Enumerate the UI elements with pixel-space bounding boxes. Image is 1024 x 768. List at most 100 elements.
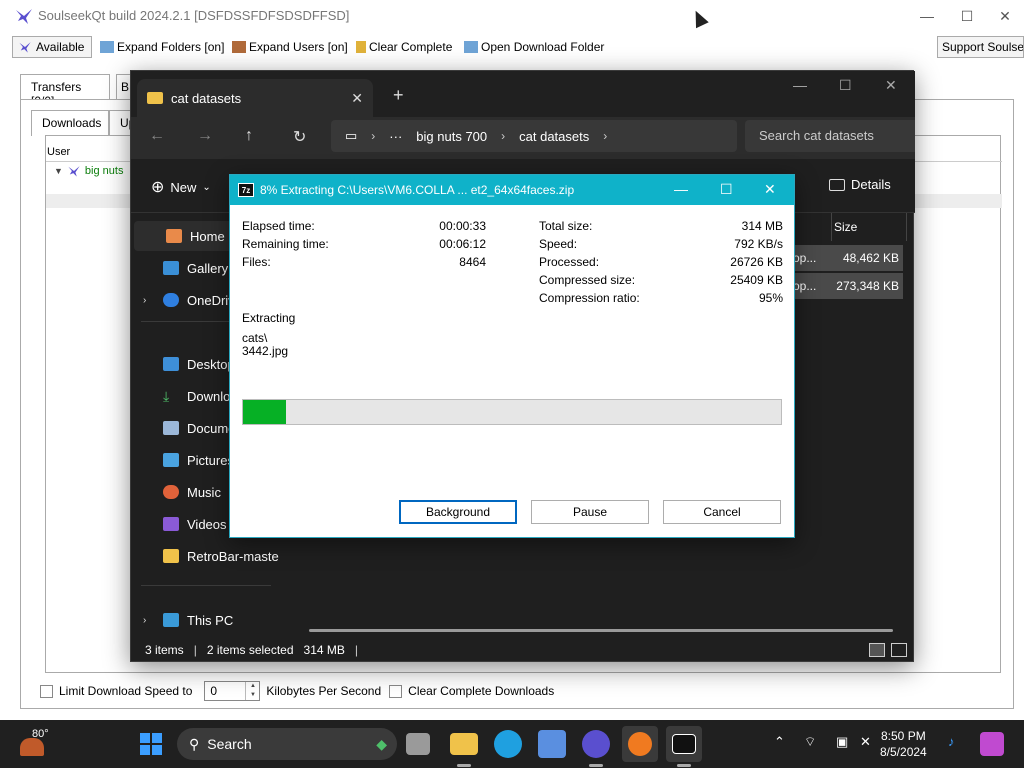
file-row[interactable]: op... 48,462 KB: [791, 245, 903, 271]
explorer-tab-label: cat datasets: [171, 90, 242, 106]
soulseek-bird-icon: [19, 42, 31, 53]
speed-limit-stepper[interactable]: 0 ▲ ▼: [204, 681, 261, 701]
status-available-button[interactable]: Available: [12, 36, 92, 58]
chevron-right-icon[interactable]: ›: [143, 295, 146, 306]
file-list-scrollbar[interactable]: [309, 629, 893, 632]
stepper-arrows-icon[interactable]: ▲ ▼: [245, 682, 259, 700]
chevron-up-icon[interactable]: ⌃: [774, 734, 785, 750]
column-header-size[interactable]: Size: [831, 213, 907, 241]
stat-label: Processed:: [539, 255, 600, 269]
speed-unit-label: Kilobytes Per Second: [266, 684, 382, 698]
back-arrow-icon[interactable]: ←: [149, 127, 165, 145]
details-pane-icon: [829, 178, 845, 191]
7zip-icon: [672, 734, 696, 754]
dialog-maximize-button[interactable]: ☐: [720, 181, 733, 198]
clear-complete-label: Clear Complete: [369, 40, 453, 54]
soulseek-taskbar-icon[interactable]: [582, 730, 610, 758]
forward-arrow-icon[interactable]: →: [197, 127, 213, 145]
nav-divider: [141, 585, 271, 586]
new-tab-icon[interactable]: +: [393, 85, 404, 106]
network-icon[interactable]: ⌔: [804, 734, 816, 750]
system-clock[interactable]: 8:50 PM 8/5/2024: [880, 728, 927, 760]
status-separator: |: [193, 643, 197, 657]
display-icon[interactable]: ▣: [836, 734, 848, 750]
cancel-button[interactable]: Cancel: [663, 500, 781, 524]
current-file: 3442.jpg: [242, 344, 289, 358]
explorer-close-button[interactable]: ✕: [885, 77, 897, 94]
chevron-right-icon: ›: [371, 129, 376, 143]
plus-circle-icon: ⊕: [151, 179, 165, 196]
breadcrumb-cat-datasets[interactable]: cat datasets: [519, 129, 589, 144]
new-button[interactable]: ⊕ New ⌄: [151, 177, 211, 197]
clear-complete-button[interactable]: Clear Complete: [352, 36, 456, 58]
minimize-button[interactable]: —: [912, 6, 942, 26]
up-arrow-icon[interactable]: ↑: [245, 127, 253, 145]
dialog-minimize-button[interactable]: —: [674, 181, 688, 197]
tab-transfers[interactable]: Transfers [0/0]: [20, 74, 110, 108]
expand-folders-button[interactable]: Expand Folders [on]: [96, 36, 228, 58]
tree-user-row[interactable]: ▼ big nuts: [54, 164, 123, 178]
nav-item-retrobar[interactable]: RetroBar-master: [131, 541, 279, 571]
file-explorer-taskbar-icon[interactable]: [450, 733, 478, 755]
store-icon[interactable]: [538, 730, 566, 758]
stat-total-size: Total size: 314 MB: [539, 219, 783, 235]
copilot-icon[interactable]: [980, 732, 1004, 756]
download-arrow-icon: ⤓: [163, 387, 170, 404]
breadcrumb-big-nuts[interactable]: big nuts 700: [416, 129, 487, 144]
volume-muted-icon[interactable]: ✕: [860, 734, 871, 750]
operation-label: Extracting: [242, 311, 296, 325]
details-button[interactable]: Details: [829, 177, 891, 192]
explorer-search-input[interactable]: Search cat datasets: [745, 120, 915, 152]
task-view-icon[interactable]: [406, 733, 430, 755]
support-soulseek-button[interactable]: Support Soulseek: [937, 36, 1024, 58]
open-download-folder-label: Open Download Folder: [481, 40, 605, 54]
download-options-bar: Limit Download Speed to 0 ▲ ▼ Kilobytes P…: [40, 680, 554, 702]
nav-item-this-pc[interactable]: › This PC: [131, 605, 279, 635]
stat-speed: Speed: 792 KB/s: [539, 237, 783, 253]
clear-complete-downloads-checkbox[interactable]: [389, 684, 403, 698]
stat-label: Files:: [242, 255, 271, 269]
music-icon: [163, 485, 179, 499]
nav-item-label: Desktop: [187, 356, 235, 372]
edge-browser-icon[interactable]: [494, 730, 522, 758]
stat-label: Compression ratio:: [539, 291, 640, 305]
file-row[interactable]: op... 273,348 KB: [791, 273, 903, 299]
stat-label: Compressed size:: [539, 273, 636, 287]
soulseek-bird-icon: [68, 166, 80, 177]
search-highlight-icon: ◆: [376, 735, 387, 752]
tab-downloads[interactable]: Downloads: [31, 110, 109, 136]
more-icon[interactable]: ···: [389, 129, 402, 144]
stat-label: Remaining time:: [242, 237, 329, 251]
soulseek-toolbar: Available Expand Folders [on] Expand Use…: [0, 34, 1024, 60]
explorer-tab-cat-datasets[interactable]: cat datasets ✕: [137, 79, 373, 117]
close-button[interactable]: ✕: [990, 6, 1020, 26]
refresh-icon[interactable]: ↻: [293, 127, 306, 147]
windows-start-icon[interactable]: [140, 733, 162, 755]
large-icons-view-icon[interactable]: [891, 643, 907, 657]
extract-dialog-body: Elapsed time: 00:00:33 Remaining time: 0…: [230, 205, 794, 537]
limit-speed-checkbox[interactable]: [40, 684, 53, 698]
weather-icon[interactable]: [20, 738, 44, 756]
dialog-close-button[interactable]: ✕: [764, 181, 776, 198]
taskbar-search-box[interactable]: ⚲ Search ◆: [177, 728, 397, 760]
current-folder: cats\: [242, 331, 268, 345]
notification-bell-icon[interactable]: ♪: [948, 734, 955, 749]
progress-fill: [243, 400, 287, 424]
details-view-icon[interactable]: [869, 643, 885, 657]
stat-value: 8464: [459, 255, 486, 269]
expand-users-button[interactable]: Expand Users [on]: [228, 36, 352, 58]
maximize-button[interactable]: ☐: [952, 6, 982, 26]
weather-temperature[interactable]: 80°: [32, 728, 49, 740]
running-indicator: [589, 764, 603, 767]
extract-progress-bar: [242, 399, 782, 425]
collapse-icon[interactable]: ▼: [54, 166, 63, 176]
explorer-maximize-button[interactable]: ☐: [839, 77, 852, 94]
explorer-minimize-button[interactable]: —: [793, 77, 807, 93]
stat-value: 314 MB: [741, 219, 783, 233]
background-button[interactable]: Background: [399, 500, 517, 524]
chevron-right-icon[interactable]: ›: [143, 615, 146, 626]
close-tab-icon[interactable]: ✕: [351, 90, 363, 107]
pause-button[interactable]: Pause: [531, 500, 649, 524]
open-download-folder-button[interactable]: Open Download Folder: [460, 36, 608, 58]
address-bar[interactable]: ▭ › ··· big nuts 700 › cat datasets ›: [331, 120, 737, 152]
